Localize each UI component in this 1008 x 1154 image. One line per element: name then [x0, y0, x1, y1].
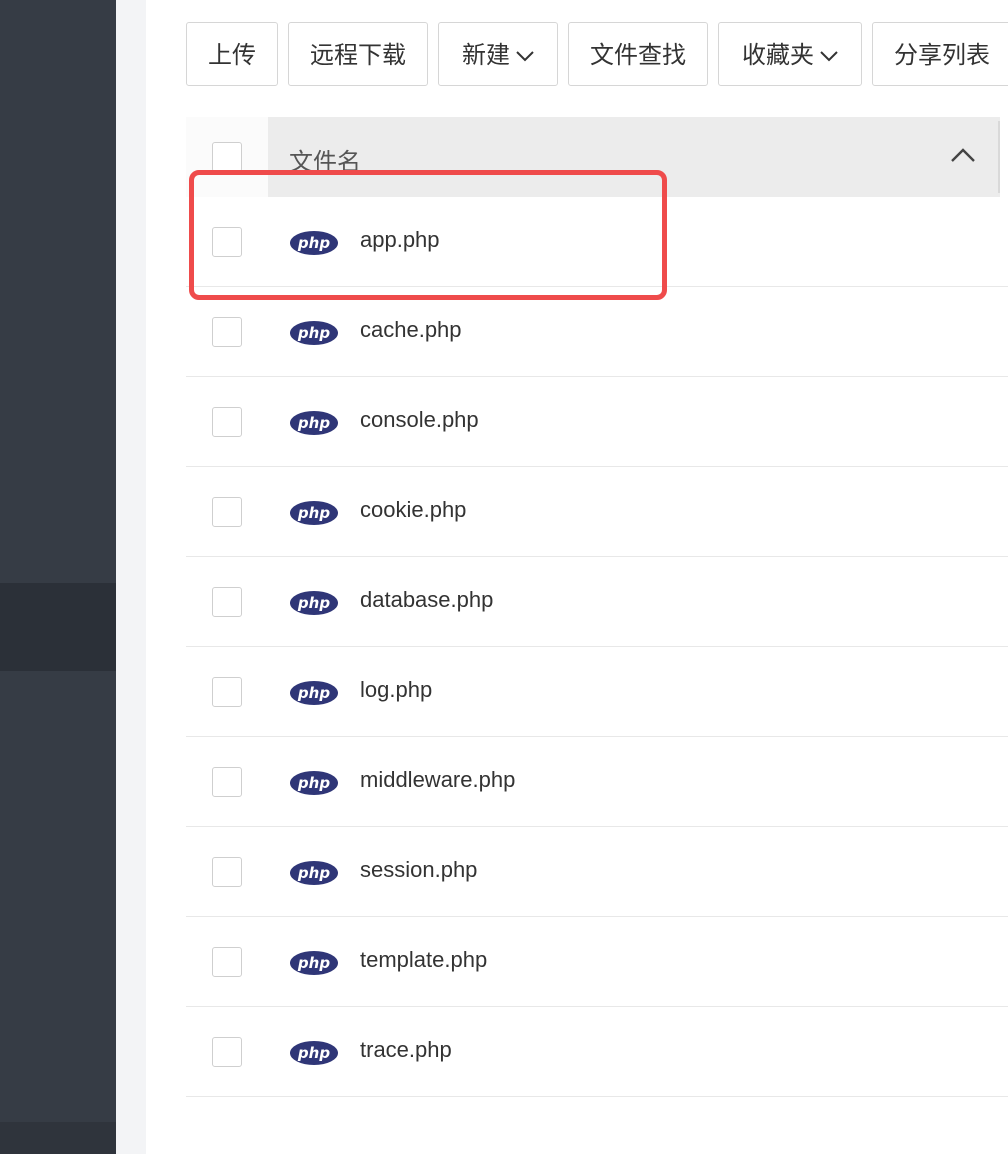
php-icon-text: php — [297, 414, 330, 432]
row-checkbox[interactable] — [212, 407, 242, 437]
file-row[interactable]: php app.php — [186, 197, 1008, 287]
select-all-checkbox[interactable] — [212, 142, 242, 172]
share-list-button[interactable]: 分享列表 — [872, 22, 1008, 86]
php-icon-text: php — [297, 864, 330, 882]
php-icon-text: php — [297, 594, 330, 612]
php-file-icon: php — [289, 320, 339, 351]
file-search-button-label: 文件查找 — [590, 41, 686, 69]
file-row[interactable]: php log.php — [186, 647, 1008, 737]
file-row[interactable]: php cache.php — [186, 287, 1008, 377]
file-name[interactable]: app.php — [360, 227, 440, 253]
column-divider — [998, 121, 1000, 193]
php-icon-text: php — [297, 324, 330, 342]
file-list: php app.php php cache.php php console.ph… — [186, 197, 1008, 1097]
new-dropdown-button[interactable]: 新建 — [438, 22, 558, 86]
remote-download-button-label: 远程下载 — [310, 41, 406, 69]
php-icon-text: php — [297, 774, 330, 792]
filename-column-header[interactable] — [268, 117, 1000, 197]
php-file-icon: php — [289, 860, 339, 891]
row-checkbox[interactable] — [212, 497, 242, 527]
php-file-icon: php — [289, 770, 339, 801]
php-icon-text: php — [297, 504, 330, 522]
php-file-icon: php — [289, 500, 339, 531]
file-row[interactable]: php middleware.php — [186, 737, 1008, 827]
file-manager: 上传 远程下载 新建 文件查找 收藏夹 分享列表 文件名 php app.php… — [146, 0, 1008, 1154]
row-checkbox[interactable] — [212, 227, 242, 257]
table-header: 文件名 — [186, 117, 1000, 197]
php-icon-text: php — [297, 234, 330, 252]
file-row[interactable]: php template.php — [186, 917, 1008, 1007]
php-file-icon: php — [289, 950, 339, 981]
chevron-up-icon[interactable] — [950, 147, 976, 168]
php-icon-text: php — [297, 1044, 330, 1062]
remote-download-button[interactable]: 远程下载 — [288, 22, 428, 86]
file-name[interactable]: database.php — [360, 587, 493, 613]
file-name[interactable]: cookie.php — [360, 497, 466, 523]
new-button-label: 新建 — [462, 41, 510, 69]
chevron-down-icon — [820, 22, 838, 86]
row-checkbox[interactable] — [212, 1037, 242, 1067]
chevron-down-icon — [516, 22, 534, 86]
favorites-button-label: 收藏夹 — [742, 41, 814, 69]
php-file-icon: php — [289, 590, 339, 621]
row-checkbox[interactable] — [212, 767, 242, 797]
file-name[interactable]: console.php — [360, 407, 479, 433]
file-row[interactable]: php console.php — [186, 377, 1008, 467]
file-name[interactable]: session.php — [360, 857, 477, 883]
row-checkbox[interactable] — [212, 317, 242, 347]
php-file-icon: php — [289, 230, 339, 261]
php-icon-text: php — [297, 684, 330, 702]
sidebar-footer — [0, 1122, 116, 1154]
file-row[interactable]: php database.php — [186, 557, 1008, 647]
row-checkbox[interactable] — [212, 947, 242, 977]
file-row[interactable]: php session.php — [186, 827, 1008, 917]
content-gutter — [116, 0, 146, 1154]
php-icon-text: php — [297, 954, 330, 972]
row-checkbox[interactable] — [212, 587, 242, 617]
file-name[interactable]: middleware.php — [360, 767, 515, 793]
file-search-button[interactable]: 文件查找 — [568, 22, 708, 86]
file-row[interactable]: php trace.php — [186, 1007, 1008, 1097]
share-list-button-label: 分享列表 — [894, 41, 990, 69]
sidebar-item-active[interactable] — [0, 583, 116, 671]
filename-header-label: 文件名 — [289, 148, 361, 176]
file-name[interactable]: template.php — [360, 947, 487, 973]
upload-button[interactable]: 上传 — [186, 22, 278, 86]
row-checkbox[interactable] — [212, 857, 242, 887]
file-name[interactable]: trace.php — [360, 1037, 452, 1063]
php-file-icon: php — [289, 680, 339, 711]
favorites-dropdown-button[interactable]: 收藏夹 — [718, 22, 862, 86]
upload-button-label: 上传 — [208, 41, 256, 69]
sidebar — [0, 0, 116, 1154]
header-checkbox-cell — [186, 117, 268, 197]
php-file-icon: php — [289, 410, 339, 441]
file-name[interactable]: log.php — [360, 677, 432, 703]
file-row[interactable]: php cookie.php — [186, 467, 1008, 557]
php-file-icon: php — [289, 1040, 339, 1071]
file-name[interactable]: cache.php — [360, 317, 462, 343]
row-checkbox[interactable] — [212, 677, 242, 707]
